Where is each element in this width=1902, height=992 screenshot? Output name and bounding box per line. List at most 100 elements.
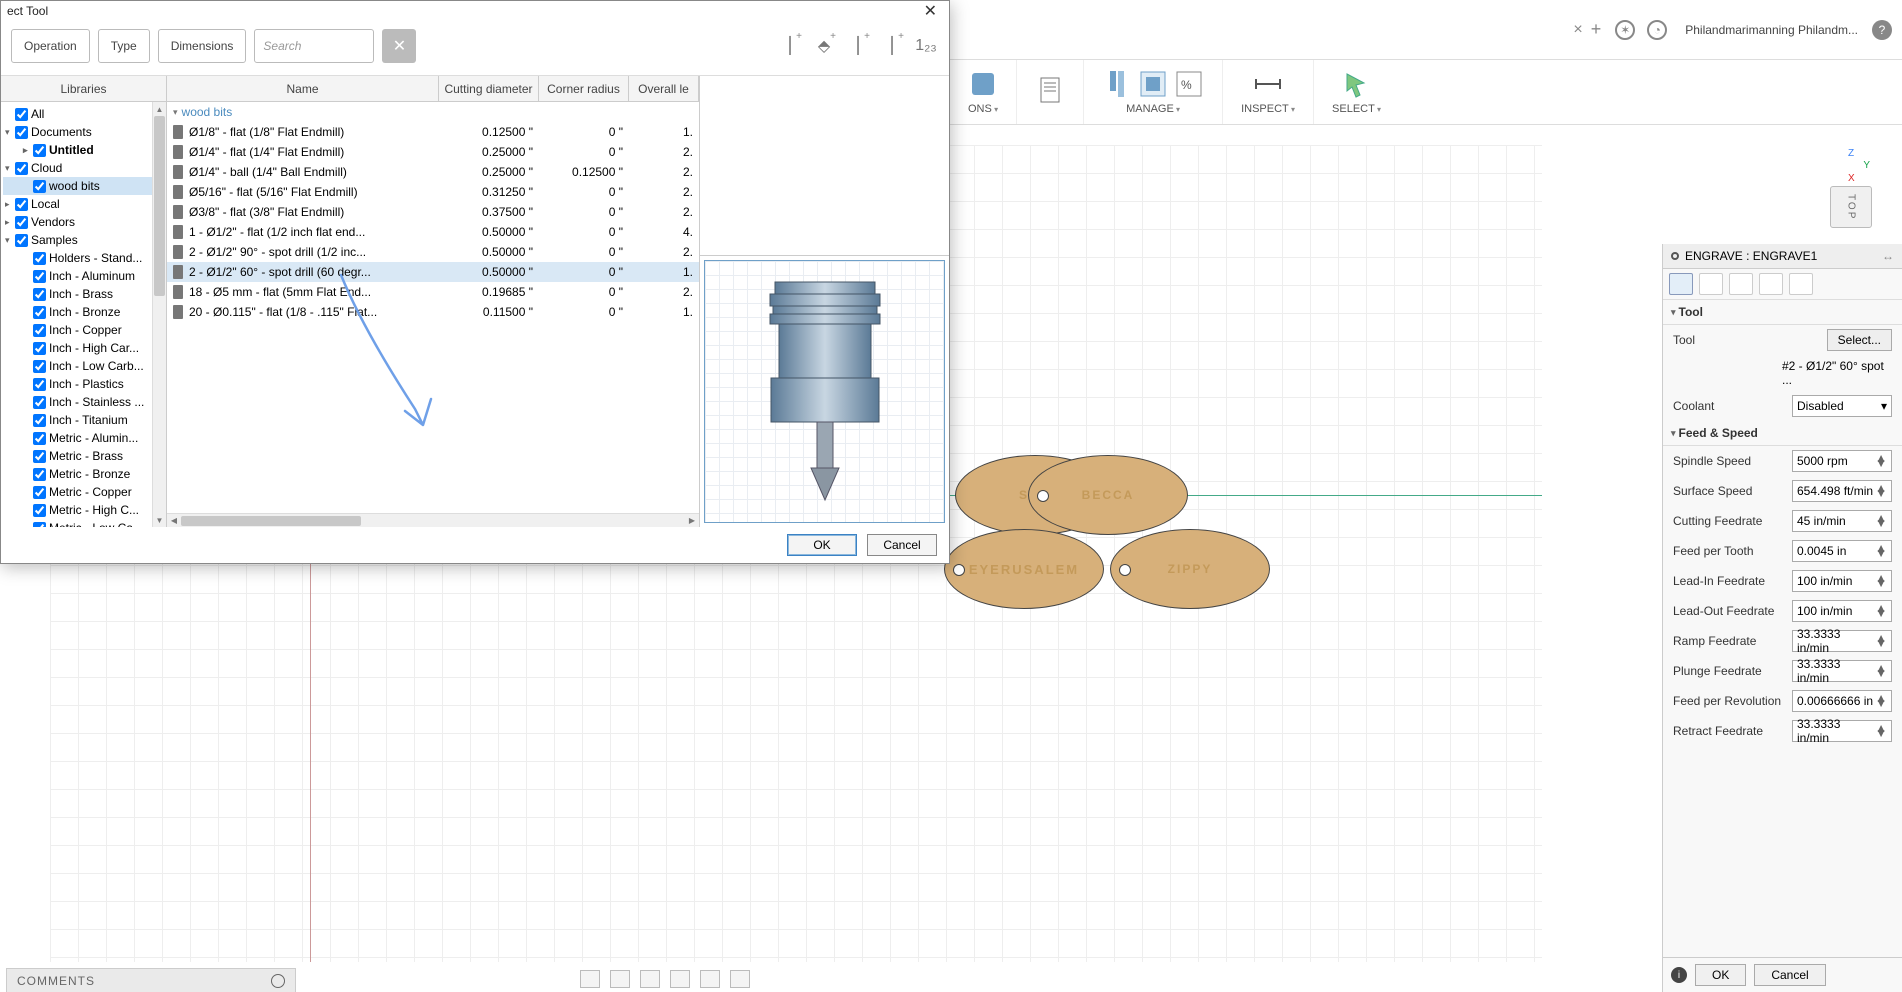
info-icon[interactable]: i	[1671, 967, 1687, 983]
user-name[interactable]: Philandmarimanning Philandm...	[1679, 23, 1864, 37]
close-tab-icon[interactable]: ×	[1573, 21, 1582, 39]
library-item[interactable]: Metric - High C...	[3, 501, 164, 519]
section-tool[interactable]: Tool	[1663, 300, 1902, 325]
filter-type-button[interactable]: Type	[98, 29, 150, 63]
library-check[interactable]	[33, 468, 46, 481]
tool-row[interactable]: 2 - Ø1/2" 60° - spot drill (60 degr...0.…	[167, 262, 699, 282]
section-feed[interactable]: Feed & Speed	[1663, 421, 1902, 446]
library-item[interactable]: Inch - Stainless ...	[3, 393, 164, 411]
extensions-icon[interactable]: ✶	[1615, 20, 1635, 40]
library-item[interactable]: Metric - Low Ca...	[3, 519, 164, 527]
tab-passes[interactable]	[1759, 273, 1783, 295]
tool-hscrollbar[interactable]: ◀ ▶	[167, 513, 699, 527]
gear-icon[interactable]	[271, 974, 285, 988]
col-radius[interactable]: Corner radius	[539, 76, 629, 101]
help-icon[interactable]: ?	[1872, 20, 1892, 40]
tab-heights[interactable]	[1729, 273, 1753, 295]
panel-cancel-button[interactable]: Cancel	[1754, 964, 1825, 986]
add-flute-icon[interactable]: +⬘	[811, 29, 837, 63]
close-icon[interactable]: ✕	[918, 1, 943, 21]
select-tool-button[interactable]: Select...	[1827, 329, 1892, 351]
library-item[interactable]: Inch - High Car...	[3, 339, 164, 357]
dialog-ok-button[interactable]: OK	[787, 534, 857, 556]
library-check[interactable]	[15, 234, 28, 247]
library-check[interactable]	[33, 288, 46, 301]
library-item[interactable]: wood bits	[3, 177, 164, 195]
feed-input[interactable]: 0.0045 in▲▼	[1792, 540, 1892, 562]
library-check[interactable]	[15, 108, 28, 121]
filter-operation-button[interactable]: Operation	[11, 29, 90, 63]
panel-ok-button[interactable]: OK	[1695, 964, 1746, 986]
feed-input[interactable]: 0.00666666 in▲▼	[1792, 690, 1892, 712]
library-check[interactable]	[33, 504, 46, 517]
feed-input[interactable]: 33.3333 in/min▲▼	[1792, 660, 1892, 682]
col-diameter[interactable]: Cutting diameter	[439, 76, 539, 101]
library-check[interactable]	[33, 252, 46, 265]
nav-icon[interactable]	[670, 970, 690, 988]
library-item[interactable]: Inch - Low Carb...	[3, 357, 164, 375]
filter-dimensions-button[interactable]: Dimensions	[158, 29, 247, 63]
tool-row[interactable]: Ø5/16" - flat (5/16" Flat Endmill)0.3125…	[167, 182, 699, 202]
viewcube-face[interactable]: TOP	[1830, 186, 1872, 228]
library-item[interactable]: Inch - Aluminum	[3, 267, 164, 285]
coolant-select[interactable]: Disabled▾	[1792, 395, 1892, 417]
library-item[interactable]: ▸Untitled	[3, 141, 164, 159]
tool-table[interactable]: Ø1/8" - flat (1/8" Flat Endmill)0.12500 …	[167, 122, 699, 322]
column-headers[interactable]: Name Cutting diameter Corner radius Over…	[167, 76, 699, 102]
library-item[interactable]: Metric - Bronze	[3, 465, 164, 483]
libraries-scrollbar[interactable]: ▲ ▼	[152, 102, 166, 527]
nav-icon[interactable]	[730, 970, 750, 988]
scroll-right-icon[interactable]: ▶	[685, 516, 699, 525]
comments-tab[interactable]: COMMENTS	[6, 968, 296, 992]
library-item[interactable]: ▸Vendors	[3, 213, 164, 231]
tool-row[interactable]: 2 - Ø1/2" 90° - spot drill (1/2 inc...0.…	[167, 242, 699, 262]
viewcube[interactable]: Z Y X TOP	[1830, 150, 1872, 228]
job-status-icon[interactable]: ◔	[1647, 20, 1667, 40]
nav-icon[interactable]	[700, 970, 720, 988]
tool-row[interactable]: Ø3/8" - flat (3/8" Flat Endmill)0.37500 …	[167, 202, 699, 222]
library-item[interactable]: ▾Cloud	[3, 159, 164, 177]
library-check[interactable]	[33, 486, 46, 499]
library-check[interactable]	[33, 414, 46, 427]
tool-preview[interactable]	[704, 260, 945, 523]
library-check[interactable]	[33, 432, 46, 445]
tool-row[interactable]: 1 - Ø1/2" - flat (1/2 inch flat end...0.…	[167, 222, 699, 242]
feed-input[interactable]: 100 in/min▲▼	[1792, 570, 1892, 592]
feed-input[interactable]: 100 in/min▲▼	[1792, 600, 1892, 622]
library-check[interactable]	[33, 180, 46, 193]
nav-icon[interactable]	[580, 970, 600, 988]
ribbon-group-setup[interactable]	[1017, 60, 1084, 124]
ribbon-group-select[interactable]: SELECT	[1314, 60, 1399, 124]
col-name[interactable]: Name	[167, 76, 439, 101]
search-input[interactable]: Search	[254, 29, 374, 63]
library-item[interactable]: ▸Local	[3, 195, 164, 213]
library-check[interactable]	[15, 198, 28, 211]
renumber-icon[interactable]: 1₂₃	[913, 29, 939, 63]
library-check[interactable]	[33, 324, 46, 337]
tab-linking[interactable]	[1789, 273, 1813, 295]
ribbon-group-manage[interactable]: % MANAGE	[1084, 60, 1223, 124]
library-item[interactable]: Metric - Brass	[3, 447, 164, 465]
library-check[interactable]	[33, 378, 46, 391]
add-length-icon[interactable]: +⎮	[777, 29, 803, 63]
library-check[interactable]	[33, 342, 46, 355]
library-check[interactable]	[33, 306, 46, 319]
library-item[interactable]: Inch - Brass	[3, 285, 164, 303]
library-item[interactable]: Metric - Alumin...	[3, 429, 164, 447]
library-item[interactable]: Holders - Stand...	[3, 249, 164, 267]
tool-row[interactable]: 18 - Ø5 mm - flat (5mm Flat End...0.1968…	[167, 282, 699, 302]
nav-icon[interactable]	[610, 970, 630, 988]
library-check[interactable]	[15, 126, 28, 139]
library-item[interactable]: Inch - Titanium	[3, 411, 164, 429]
library-item[interactable]: Metric - Copper	[3, 483, 164, 501]
scroll-up-icon[interactable]: ▲	[153, 102, 166, 116]
scroll-left-icon[interactable]: ◀	[167, 516, 181, 525]
ribbon-group-ons[interactable]: ONS	[950, 60, 1017, 124]
new-tab-icon[interactable]: +	[1591, 19, 1602, 40]
feed-input[interactable]: 33.3333 in/min▲▼	[1792, 630, 1892, 652]
nav-icon[interactable]	[640, 970, 660, 988]
feed-input[interactable]: 5000 rpm▲▼	[1792, 450, 1892, 472]
tool-row[interactable]: Ø1/8" - flat (1/8" Flat Endmill)0.12500 …	[167, 122, 699, 142]
library-item[interactable]: Inch - Copper	[3, 321, 164, 339]
hscroll-thumb[interactable]	[181, 516, 361, 526]
